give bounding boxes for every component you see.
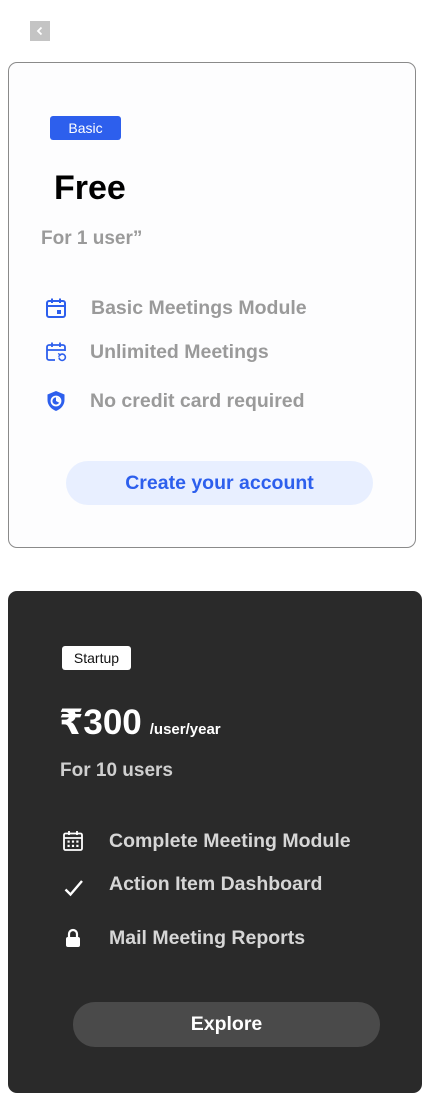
calendar-icon bbox=[42, 294, 70, 322]
price-unit: /user/year bbox=[149, 721, 221, 738]
create-account-button[interactable]: Create your account bbox=[66, 461, 373, 505]
back-button[interactable] bbox=[30, 21, 50, 41]
price-amount: ₹300 bbox=[59, 703, 142, 742]
chevron-left-icon bbox=[36, 26, 43, 36]
feature-item: Mail Meeting Reports bbox=[59, 924, 305, 952]
feature-item: Complete Meeting Module bbox=[59, 827, 351, 855]
calendar-grid-icon bbox=[59, 827, 87, 855]
plan-users: For 10 users bbox=[60, 760, 173, 781]
feature-label: Basic Meetings Module bbox=[91, 296, 307, 319]
plan-users: For 1 user” bbox=[41, 228, 143, 249]
explore-button[interactable]: Explore bbox=[73, 1002, 380, 1047]
basic-plan-card: Basic Free For 1 user” Basic Meetings Mo… bbox=[8, 62, 416, 548]
plan-badge: Startup bbox=[62, 646, 131, 670]
feature-item: Action Item Dashboard bbox=[59, 872, 323, 902]
plan-price: ₹300 /user/year bbox=[59, 703, 221, 743]
feature-label: Mail Meeting Reports bbox=[109, 926, 306, 949]
lock-icon bbox=[59, 924, 87, 952]
startup-plan-card: Startup ₹300 /user/year For 10 users Com… bbox=[8, 591, 422, 1093]
feature-label: Unlimited Meetings bbox=[90, 340, 269, 363]
feature-item: Unlimited Meetings bbox=[42, 338, 269, 366]
feature-label: Action Item Dashboard bbox=[109, 872, 323, 895]
feature-label: No credit card required bbox=[90, 389, 305, 412]
feature-item: Basic Meetings Module bbox=[42, 294, 307, 322]
plan-price: Free bbox=[54, 169, 126, 207]
feature-label: Complete Meeting Module bbox=[109, 829, 351, 852]
feature-item: No credit card required bbox=[42, 387, 305, 415]
shield-icon bbox=[42, 387, 70, 415]
plan-badge: Basic bbox=[50, 116, 121, 140]
checkmark-icon bbox=[59, 874, 87, 902]
calendar-refresh-icon bbox=[42, 338, 70, 366]
